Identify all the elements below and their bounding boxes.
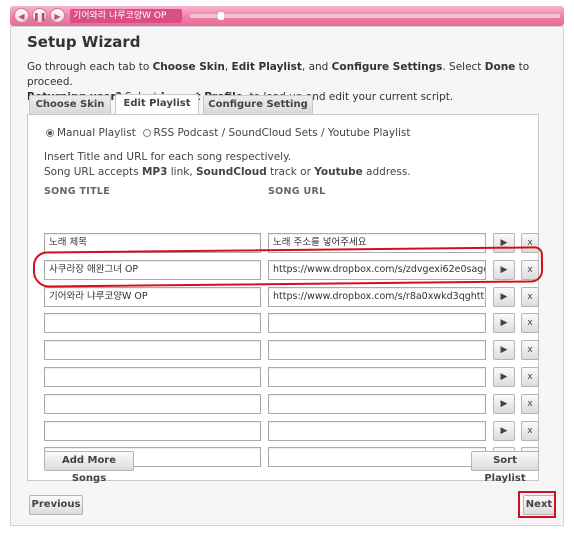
song-url-input[interactable]: https://www.dropbox.com/s/r8a0xwkd3qghtt…: [268, 286, 486, 307]
playlist-panel: Manual Playlist RSS Podcast / SoundCloud…: [27, 114, 539, 484]
remove-song-button[interactable]: x: [521, 340, 539, 361]
seek-thumb[interactable]: [218, 12, 224, 20]
remove-song-button[interactable]: x: [521, 286, 539, 307]
play-song-button[interactable]: ▶: [493, 340, 515, 361]
song-title-input[interactable]: 기어와라 냐루코양W OP: [44, 286, 261, 307]
song-url-input[interactable]: [268, 447, 486, 468]
song-row: 기어와라 냐루코양W OP https://www.dropbox.com/s/r…: [28, 286, 539, 307]
remove-song-button[interactable]: x: [521, 393, 539, 414]
song-title-input[interactable]: [44, 420, 261, 441]
music-player-bar: ◀ ❚❚ ▶ 기어와라 냐루코양W OP: [10, 6, 564, 26]
song-url-input[interactable]: [268, 367, 486, 387]
remove-song-button[interactable]: x: [521, 313, 539, 334]
seek-track[interactable]: [190, 14, 560, 18]
next-track-icon[interactable]: ▶: [50, 8, 65, 23]
manual-playlist-radio[interactable]: [46, 129, 54, 137]
play-song-button[interactable]: ▶: [493, 393, 515, 414]
highlight-selected-song-row: [32, 246, 544, 288]
song-title-input[interactable]: [44, 393, 261, 414]
pause-icon[interactable]: ❚❚: [32, 8, 47, 23]
add-more-songs-button[interactable]: Add More Songs: [44, 451, 134, 484]
tab-configure-setting[interactable]: Configure Setting: [203, 95, 313, 114]
play-song-button[interactable]: ▶: [493, 313, 515, 334]
song-title-input[interactable]: [44, 313, 261, 334]
song-url-input[interactable]: [268, 313, 486, 334]
rss-playlist-radio[interactable]: [142, 129, 151, 137]
play-song-button[interactable]: ▶: [493, 420, 515, 441]
highlight-next-button: [518, 491, 556, 518]
song-url-input[interactable]: [268, 340, 486, 361]
tab-edit-playlist[interactable]: Edit Playlist: [115, 94, 199, 115]
song-title-input[interactable]: [44, 340, 261, 361]
playlist-type-options: Manual Playlist RSS Podcast / SoundCloud…: [46, 127, 411, 139]
now-playing-title: 기어와라 냐루코양W OP: [70, 9, 182, 23]
rss-playlist-label: RSS Podcast / SoundCloud Sets / Youtube …: [153, 127, 411, 139]
song-url-input[interactable]: [268, 420, 486, 441]
wizard-title: Setup Wizard: [27, 33, 141, 51]
song-row: ▶x: [28, 420, 539, 441]
manual-playlist-label: Manual Playlist: [57, 127, 136, 139]
remove-song-button[interactable]: x: [521, 420, 539, 441]
play-song-button[interactable]: ▶: [493, 286, 515, 307]
song-url-header: SONG URL: [268, 186, 326, 197]
sort-playlist-button[interactable]: Sort Playlist: [471, 451, 539, 484]
song-url-input[interactable]: [268, 393, 486, 414]
previous-track-icon[interactable]: ◀: [14, 8, 29, 23]
song-title-header: SONG TITLE: [44, 186, 111, 197]
song-row: ▶x: [28, 393, 539, 414]
tab-choose-skin[interactable]: Choose Skin: [29, 95, 111, 114]
song-row: ▶x: [28, 313, 539, 334]
song-title-input[interactable]: [44, 367, 261, 387]
playlist-help-text: Insert Title and URL for each song respe…: [44, 151, 411, 178]
remove-song-button[interactable]: x: [521, 367, 539, 387]
song-row: ▶x: [28, 340, 539, 361]
song-row: ▶x: [28, 367, 539, 387]
play-song-button[interactable]: ▶: [493, 367, 515, 387]
previous-button[interactable]: Previous: [29, 495, 83, 515]
